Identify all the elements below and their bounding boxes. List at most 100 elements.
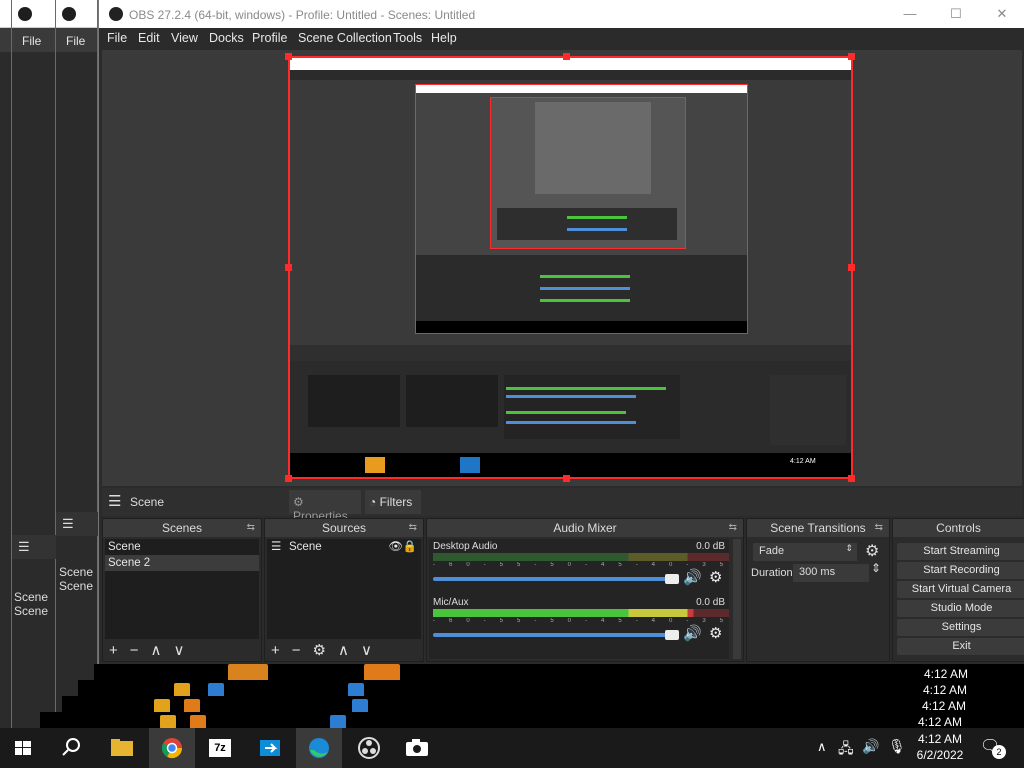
minimize-button[interactable]: — [887, 0, 933, 28]
obs-logo-icon [62, 7, 76, 21]
dock-float-icon[interactable]: ⇆ [729, 519, 737, 537]
add-icon[interactable]: + [109, 642, 118, 659]
7zip-button[interactable]: 7z [197, 728, 243, 768]
resize-handle[interactable] [848, 264, 855, 271]
start-button[interactable] [0, 728, 46, 768]
camera-button[interactable] [394, 728, 440, 768]
obs-main-window: OBS 27.2.4 (64-bit, windows) - Profile: … [98, 0, 1024, 740]
start-recording-button[interactable]: Start Recording [897, 562, 1024, 579]
menu-docks[interactable]: Docks [209, 31, 244, 45]
scene-transitions-dock: Scene Transitions ⇆ Fade ⇕ ⚙ Duration 300… [746, 518, 890, 662]
move-down-icon[interactable]: ∨ [174, 642, 185, 659]
remove-icon[interactable]: − [292, 642, 301, 659]
move-up-icon[interactable]: ∧ [338, 642, 349, 659]
mic-aux-volume-slider[interactable] [433, 633, 671, 637]
volume-slider-knob[interactable] [665, 630, 679, 640]
menu-scene-collection[interactable]: Scene Collection [298, 31, 392, 45]
obs-button[interactable] [346, 728, 392, 768]
display-capture-source[interactable]: 4:12 AM [288, 56, 853, 479]
spin-icon: ⇕ [845, 543, 853, 553]
dock-float-icon[interactable]: ⇆ [247, 519, 255, 537]
speaker-icon[interactable]: 🔊 [683, 624, 702, 642]
background-window-1[interactable] [0, 0, 12, 740]
sources-list[interactable]: ☰ Scene 👁 🔒 [267, 539, 421, 639]
move-down-icon[interactable]: ∨ [361, 642, 372, 659]
dock-float-icon[interactable]: ⇆ [875, 519, 883, 537]
settings-button[interactable]: Settings [897, 619, 1024, 636]
scene-item[interactable]: Scene [105, 539, 259, 555]
background-window-menubar [0, 28, 11, 52]
resize-handle[interactable] [285, 475, 292, 482]
resize-handle[interactable] [563, 53, 570, 60]
edge-icon [309, 738, 329, 758]
menu-tools[interactable]: Tools [393, 31, 422, 45]
remove-icon[interactable]: − [130, 642, 139, 659]
duration-input[interactable]: 300 ms [793, 564, 869, 582]
gear-icon[interactable]: ⚙ [709, 624, 722, 642]
close-button[interactable]: ✕ [979, 0, 1024, 28]
remote-desktop-button[interactable] [247, 728, 293, 768]
volume-slider-knob[interactable] [665, 574, 679, 584]
exit-button[interactable]: Exit [897, 638, 1024, 655]
background-window-2[interactable]: File ☰ Scene Scene [12, 0, 56, 740]
resize-handle[interactable] [848, 475, 855, 482]
gear-icon[interactable]: ⚙ [709, 568, 722, 586]
properties-button[interactable]: ⚙ Properties [289, 490, 361, 523]
scenes-list[interactable]: Scene Scene 2 [105, 539, 259, 639]
source-name: Scene [289, 541, 322, 553]
obs-icon [358, 737, 380, 759]
scene-item[interactable]: Scene 2 [105, 555, 259, 571]
menu-view[interactable]: View [171, 31, 198, 45]
add-icon[interactable]: + [271, 642, 280, 659]
network-icon[interactable]: 🖧 [838, 738, 854, 762]
source-item[interactable]: ☰ Scene 👁 🔒 [267, 539, 421, 555]
file-menu[interactable]: File [22, 34, 41, 48]
gear-icon[interactable]: ⚙ [865, 541, 879, 561]
mixer-scrollbar[interactable] [733, 539, 741, 659]
gear-icon[interactable]: ⚙ [313, 642, 326, 659]
show-hidden-icons-chevron-icon[interactable]: ∧ [817, 739, 827, 755]
chrome-icon [161, 738, 183, 759]
edge-button[interactable] [296, 728, 342, 768]
sources-header: Sources ⇆ [265, 519, 423, 537]
action-center-button[interactable]: 🗨 2 [980, 736, 1010, 760]
microphone-icon[interactable]: 🎙 [888, 738, 906, 755]
echo-scene-list: Scene Scene [12, 590, 56, 618]
remote-desktop-icon [260, 740, 280, 756]
move-up-icon[interactable]: ∧ [151, 642, 162, 659]
chrome-button[interactable] [149, 728, 195, 768]
start-virtual-camera-button[interactable]: Start Virtual Camera [897, 581, 1024, 598]
studio-mode-button[interactable]: Studio Mode [897, 600, 1024, 617]
file-menu[interactable]: File [66, 34, 85, 48]
transition-select[interactable]: Fade ⇕ [753, 543, 857, 561]
echo-scene-item[interactable]: Scene [59, 579, 98, 593]
echo-scene-item[interactable]: Scene [14, 604, 56, 618]
dock-float-icon[interactable]: ⇆ [409, 519, 417, 537]
desktop-audio-volume-slider[interactable] [433, 577, 671, 581]
preview-canvas[interactable]: 4:12 AM [102, 50, 1022, 486]
lock-icon[interactable]: 🔒 [403, 539, 417, 555]
clock-date: 6/2/2022 [916, 748, 964, 762]
resize-handle[interactable] [563, 475, 570, 482]
volume-icon[interactable]: 🔊 [862, 738, 879, 755]
menu-edit[interactable]: Edit [138, 31, 160, 45]
search-button[interactable] [48, 728, 94, 768]
maximize-button[interactable]: ☐ [933, 0, 979, 28]
echo-scene-item[interactable]: Scene [59, 565, 98, 579]
clock[interactable]: 4:12 AM 6/2/2022 [910, 731, 970, 763]
background-window-3[interactable]: File ☰ Scene Scene [56, 0, 98, 740]
nested-preview [290, 80, 851, 345]
menu-file[interactable]: File [107, 31, 127, 45]
echo-scene-item[interactable]: Scene [14, 590, 56, 604]
start-streaming-button[interactable]: Start Streaming [897, 543, 1024, 560]
duration-spinner-icon[interactable]: ⇕ [871, 561, 881, 575]
speaker-icon[interactable]: 🔊 [683, 568, 702, 586]
resize-handle[interactable] [285, 53, 292, 60]
file-explorer-button[interactable] [99, 728, 145, 768]
visibility-eye-icon[interactable]: 👁 [388, 539, 403, 555]
menu-profile[interactable]: Profile [252, 31, 287, 45]
resize-handle[interactable] [285, 264, 292, 271]
resize-handle[interactable] [848, 53, 855, 60]
filters-button[interactable]: ◔ Filters [365, 490, 421, 514]
menu-help[interactable]: Help [431, 31, 457, 45]
